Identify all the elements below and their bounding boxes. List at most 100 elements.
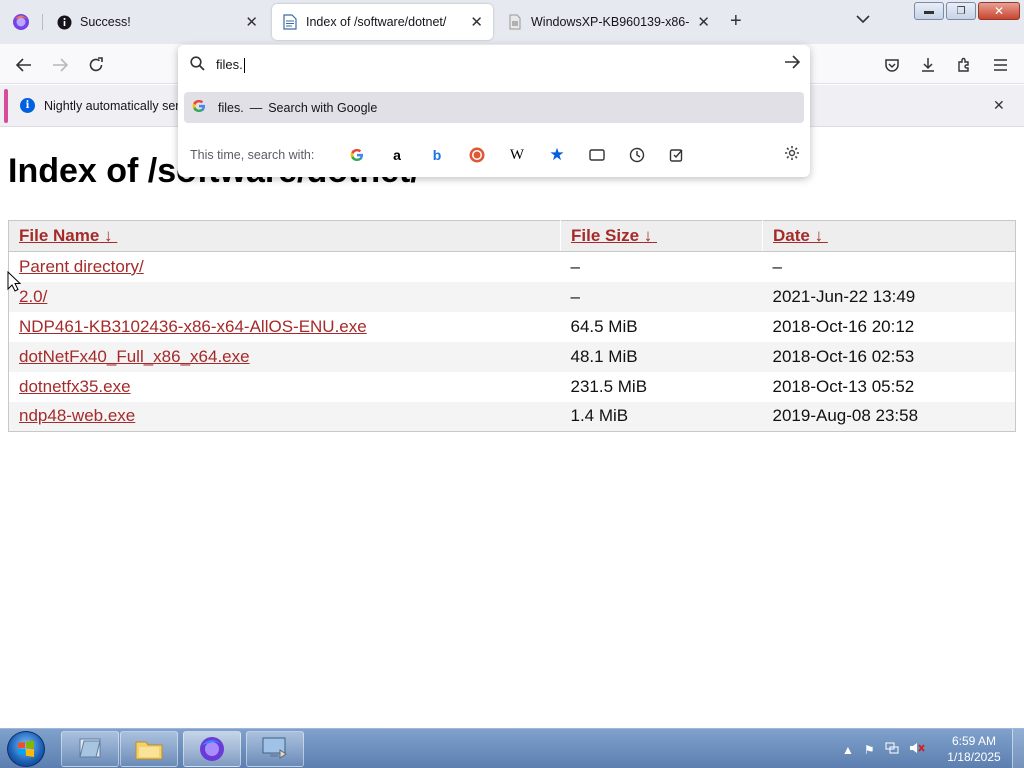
info-icon <box>56 14 72 30</box>
file-date-cell: 2018-Oct-16 20:12 <box>762 311 1016 342</box>
show-hidden-icons-icon[interactable]: ▲ <box>842 743 854 757</box>
google-icon[interactable] <box>346 144 368 166</box>
table-header-row: File Name ↓ File Size ↓ Date ↓ <box>8 220 1016 252</box>
new-tab-icon[interactable]: + <box>730 10 742 33</box>
tab-windowsxp-kb960139[interactable]: WindowsXP-KB960139-x86-ENU ✕ <box>497 4 720 40</box>
tab-title: Index of /software/dotnet/ <box>306 15 447 29</box>
header-date: Date ↓ <box>762 220 1016 252</box>
document-icon <box>282 14 298 30</box>
table-row: Parent directory/ – – <box>8 251 1016 282</box>
downloads-icon[interactable] <box>917 54 939 76</box>
table-row: ndp48-web.exe 1.4 MiB 2019-Aug-08 23:58 <box>8 401 1016 432</box>
bing-icon[interactable]: b <box>426 144 448 166</box>
taskbar-clock[interactable]: 6:59 AM 1/18/2025 <box>940 733 1008 765</box>
volume-muted-icon[interactable] <box>909 741 925 758</box>
tab-title: Success! <box>80 15 131 29</box>
file-link[interactable]: dotNetFx40_Full_x86_x64.exe <box>19 347 250 366</box>
tab-strip: Success! ✕ Index of /software/dotnet/ ✕ … <box>0 0 1024 44</box>
notification-accent <box>4 89 8 123</box>
tab-index-dotnet[interactable]: Index of /software/dotnet/ ✕ <box>272 4 493 40</box>
app-menu-icon[interactable] <box>989 54 1011 76</box>
network-icon[interactable] <box>885 741 899 758</box>
file-name-cell: dotNetFx40_Full_x86_x64.exe <box>8 341 561 372</box>
file-link[interactable]: 2.0/ <box>19 287 47 306</box>
sort-by-date-link[interactable]: Date ↓ <box>773 226 828 245</box>
search-settings-gear-icon[interactable] <box>784 145 800 166</box>
generic-file-icon <box>507 14 523 30</box>
taskbar-file-explorer-icon[interactable] <box>120 731 178 767</box>
tab-title: WindowsXP-KB960139-x86-ENU <box>531 15 690 29</box>
file-date-cell: 2019-Aug-08 23:58 <box>762 401 1016 432</box>
file-name-cell: NDP461-KB3102436-x86-x64-AllOS-ENU.exe <box>8 311 561 342</box>
file-size-cell: 1.4 MiB <box>560 401 763 432</box>
history-icon[interactable] <box>626 144 648 166</box>
duckduckgo-icon[interactable] <box>466 144 488 166</box>
close-tab-icon[interactable]: ✕ <box>245 13 258 31</box>
table-row: NDP461-KB3102436-x86-x64-AllOS-ENU.exe 6… <box>8 311 1016 342</box>
back-icon[interactable] <box>13 54 35 76</box>
info-icon: i <box>20 98 35 113</box>
file-name-cell: ndp48-web.exe <box>8 401 561 432</box>
reload-icon[interactable] <box>85 54 107 76</box>
sort-by-size-link[interactable]: File Size ↓ <box>571 226 657 245</box>
suggestion-text: files. <box>218 100 244 115</box>
suggestion-action: Search with Google <box>268 100 378 115</box>
minimize-icon[interactable]: ▬ <box>914 2 944 20</box>
file-date-cell: 2018-Oct-13 05:52 <box>762 371 1016 402</box>
close-window-icon[interactable]: ✕ <box>978 2 1020 20</box>
forward-icon[interactable] <box>49 54 71 76</box>
actions-icon[interactable] <box>666 144 688 166</box>
one-off-search-engines: a b W ★ <box>346 144 688 166</box>
amazon-icon[interactable]: a <box>386 144 408 166</box>
pocket-icon[interactable] <box>881 54 903 76</box>
table-row: 2.0/ – 2021-Jun-22 13:49 <box>8 281 1016 312</box>
header-file-size: File Size ↓ <box>560 220 763 252</box>
file-link[interactable]: NDP461-KB3102436-x86-x64-AllOS-ENU.exe <box>19 317 367 336</box>
extensions-icon[interactable] <box>953 54 975 76</box>
file-link[interactable]: ndp48-web.exe <box>19 406 135 425</box>
header-file-name: File Name ↓ <box>8 220 561 252</box>
file-table: File Name ↓ File Size ↓ Date ↓ Parent di… <box>8 220 1016 432</box>
file-link[interactable]: dotnetfx35.exe <box>19 377 131 396</box>
restore-icon[interactable]: ❐ <box>946 2 976 20</box>
notification-text: Nightly automatically sen <box>44 99 183 113</box>
file-name-cell: Parent directory/ <box>8 251 561 282</box>
close-tab-icon[interactable]: ✕ <box>470 13 483 31</box>
tabs-icon[interactable] <box>586 144 608 166</box>
taskbar-network-app-icon[interactable] <box>246 731 304 767</box>
taskbar-firefox-icon[interactable] <box>183 731 241 767</box>
sort-by-name-link[interactable]: File Name ↓ <box>19 226 117 245</box>
go-arrow-icon[interactable] <box>784 54 801 74</box>
tab-separator <box>42 14 43 30</box>
windows-taskbar: ▲ ⚑ 6:59 AM 1/18/2025 <box>0 728 1024 768</box>
close-notification-icon[interactable]: ✕ <box>993 97 1005 114</box>
start-button-icon[interactable] <box>7 731 45 767</box>
file-size-cell: 231.5 MiB <box>560 371 763 402</box>
table-row: dotnetfx35.exe 231.5 MiB 2018-Oct-13 05:… <box>8 371 1016 402</box>
taskbar-explorer-window-icon[interactable] <box>61 731 119 767</box>
file-link[interactable]: Parent directory/ <box>19 257 144 276</box>
list-all-tabs-icon[interactable] <box>856 12 870 27</box>
file-name-cell: dotnetfx35.exe <box>8 371 561 402</box>
file-size-cell: – <box>560 281 763 312</box>
file-name-cell: 2.0/ <box>8 281 561 312</box>
close-tab-icon[interactable]: ✕ <box>697 13 710 31</box>
address-bar-panel: files. files. — Search with Google This … <box>178 45 810 177</box>
show-desktop-button[interactable] <box>1012 729 1024 768</box>
address-input[interactable]: files. <box>216 57 245 74</box>
bookmarks-star-icon[interactable]: ★ <box>546 144 568 166</box>
file-size-cell: 48.1 MiB <box>560 341 763 372</box>
system-tray: ▲ ⚑ <box>842 741 925 758</box>
file-size-cell: 64.5 MiB <box>560 311 763 342</box>
tab-success[interactable]: Success! ✕ <box>46 4 268 40</box>
firefox-logo-icon[interactable] <box>0 0 42 44</box>
suggestion-separator: — <box>249 100 263 115</box>
google-icon <box>192 99 208 116</box>
action-center-flag-icon[interactable]: ⚑ <box>864 743 875 757</box>
clock-time: 6:59 AM <box>951 734 997 748</box>
file-date-cell: 2018-Oct-16 02:53 <box>762 341 1016 372</box>
search-suggestion-row[interactable]: files. — Search with Google <box>184 92 804 123</box>
wikipedia-icon[interactable]: W <box>506 144 528 166</box>
one-time-search-label: This time, search with: <box>190 148 315 162</box>
file-date-cell: – <box>762 251 1016 282</box>
